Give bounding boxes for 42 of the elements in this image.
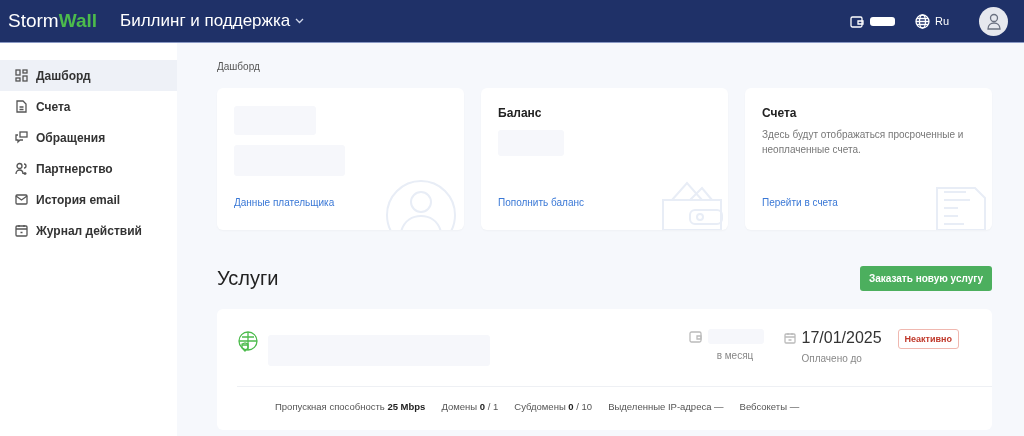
avatar-button[interactable]	[979, 6, 1008, 36]
sidebar-item[interactable]: Дашборд	[0, 60, 177, 91]
card-link[interactable]: Пополнить баланс	[498, 197, 712, 208]
mail-icon	[15, 193, 28, 206]
wallet-icon	[849, 14, 864, 28]
card-link[interactable]: Перейти в счета	[762, 197, 976, 208]
card-title: Счета	[762, 106, 798, 120]
chat-icon	[15, 131, 28, 144]
calendar-icon	[15, 224, 28, 237]
calendar-icon	[783, 332, 796, 344]
users-icon	[15, 162, 28, 175]
spec-text: Домены 0 / 1	[441, 401, 499, 412]
sidebar-item[interactable]: История email	[0, 184, 177, 215]
spec-text: Пропускная способность 25 Mbps	[275, 401, 426, 412]
card-title: Баланс	[498, 106, 543, 120]
card-link[interactable]: Данные плательщика	[234, 197, 448, 208]
sidebar-item[interactable]: Партнерство	[0, 153, 177, 184]
user-icon	[985, 12, 1002, 30]
balance-placeholder	[869, 16, 895, 26]
sidebar-item[interactable]: Журнал действий	[0, 215, 177, 246]
logo: StormWall	[8, 10, 99, 32]
spec-text: Субдомены 0 / 10	[514, 401, 593, 412]
meta-caption: в месяц	[715, 350, 754, 361]
globe-shield-icon	[237, 331, 259, 353]
card-description: Здесь будут отображаться просроченные и неоплаченные счета.	[762, 128, 965, 157]
spec-text: Выделенные IP-адреса —	[608, 401, 724, 412]
section-dropdown[interactable]: Биллинг и поддержка	[120, 11, 305, 31]
sidebar-item[interactable]: Счета	[0, 91, 177, 122]
wallet-drawing	[660, 180, 725, 230]
chevron-down-icon	[295, 18, 305, 24]
section-title: Услуги	[217, 267, 279, 290]
document-icon	[15, 100, 28, 113]
spec-text: Вебсокеты —	[739, 401, 800, 412]
wallet-icon	[688, 330, 702, 343]
globe-icon	[914, 13, 930, 29]
sidebar-item[interactable]: Обращения	[0, 122, 177, 153]
grid-icon	[15, 69, 28, 82]
meta-caption: Оплачено до	[800, 353, 862, 364]
language-selector[interactable]: Ru	[914, 13, 949, 29]
status-badge: Неактивно	[897, 329, 959, 349]
breadcrumb: Дашборд	[217, 61, 261, 72]
paid-until-date: 17/01/2025	[801, 329, 882, 347]
